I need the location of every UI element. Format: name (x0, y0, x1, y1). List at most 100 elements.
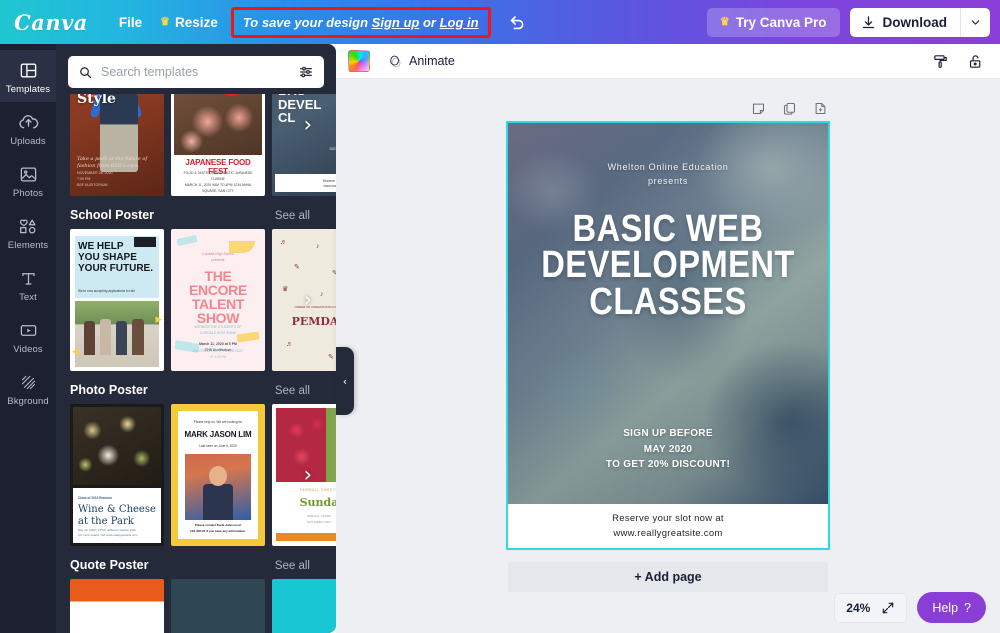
text-icon (0, 267, 56, 289)
sidebar-item-photos[interactable]: Photos (0, 154, 56, 206)
design-presents-line2: presents (647, 175, 689, 186)
save-design-message: To save your design Sign up or Log in (237, 13, 485, 32)
thumb-note: May 20, 2020 | 3 PM | Jefferson Garden P… (78, 527, 138, 537)
template-thumb-mark-jason-lim[interactable]: Please help us. We are looking for MARK … (171, 404, 265, 546)
filter-sliders-icon[interactable] (298, 64, 314, 80)
thumb-art (176, 234, 198, 247)
canva-logo[interactable]: Canva (14, 10, 88, 35)
help-question-icon: ? (964, 600, 971, 615)
sidebar-item-text-label: Text (19, 292, 37, 303)
help-label: Help (932, 600, 959, 615)
crown-icon: ♛ (719, 15, 730, 28)
unlock-icon[interactable] (967, 53, 984, 70)
template-thumb-quote-2[interactable] (171, 579, 265, 633)
crown-icon: ♛ (160, 15, 171, 28)
template-thumb-we-help-you-shape-your-future[interactable]: WE HELP YOU SHAPE YOUR FUTURE. We're now… (70, 229, 164, 371)
sidebar-item-text[interactable]: Text (0, 258, 56, 310)
search-icon (80, 66, 92, 78)
canvas-area[interactable]: Whelton Online Education presents BASIC … (336, 79, 1000, 633)
sidebar-item-videos[interactable]: Videos (0, 310, 56, 362)
design-sub-line3: TO GET 20% DISCOUNT! (605, 459, 731, 470)
see-all-school-poster[interactable]: See all (275, 210, 310, 222)
zoom-control[interactable]: 24% (834, 592, 908, 623)
search-bar[interactable] (68, 56, 324, 88)
carousel-next-school-poster[interactable]: › (304, 289, 312, 311)
thumb-art: ♪ (316, 243, 320, 250)
menu-resize-label: Resize (175, 14, 218, 30)
thumb-sub: SIGN UP BEFORE MAY 2020 (329, 147, 337, 151)
thumb-title: Wine & Cheese at the Park (78, 504, 156, 527)
carousel-next-photo-poster[interactable]: › (304, 464, 312, 486)
template-thumb-quote-1[interactable] (70, 579, 164, 633)
sidebar-item-bkground[interactable]: Bkground (0, 362, 56, 414)
design-sub-line1: SIGN UP BEFORE (623, 428, 713, 439)
signup-link[interactable]: Sign up (372, 15, 420, 30)
help-button[interactable]: Help ? (917, 592, 986, 623)
animate-button[interactable]: Animate (382, 50, 461, 73)
panel-collapse-button[interactable]: ‹ (336, 347, 354, 415)
template-row-school-poster: WE HELP YOU SHAPE YOUR FUTURE. We're now… (56, 229, 336, 371)
see-all-photo-poster[interactable]: See all (275, 385, 310, 397)
top-bar: Canva File ♛ Resize To save your design … (0, 0, 1000, 44)
sidebar-item-videos-label: Videos (13, 344, 43, 355)
download-button-group: Download (849, 7, 990, 37)
add-page-icon[interactable] (813, 101, 828, 116)
upload-cloud-icon (0, 111, 56, 133)
add-page-label: + Add page (634, 570, 702, 584)
thumb-art: ♛ (282, 286, 289, 293)
editor-toolbar: Animate (336, 44, 1000, 79)
design-footer-line1: Reserve your slot now at (612, 512, 724, 524)
sidebar-item-uploads[interactable]: Uploads (0, 102, 56, 154)
template-row-quote-poster (56, 579, 336, 633)
try-canva-pro-button[interactable]: ♛ Try Canva Pro (706, 7, 840, 37)
templates-icon (0, 59, 56, 81)
thumb-title: THE ENCORE TALENT SHOW (188, 268, 248, 326)
thumb-line4: AUDITIONS EVERY WEDNESDAY AT 4:00 PM (192, 349, 244, 360)
paint-roller-icon[interactable] (932, 53, 949, 70)
notes-icon[interactable] (751, 101, 766, 116)
design-title-line1: BASIC WEB (572, 208, 764, 250)
thumb-art: ♪ (320, 291, 324, 298)
template-thumb-wine-and-cheese[interactable]: Class of 2010 Reunion Wine & Cheese at t… (70, 404, 164, 546)
template-thumb-basic-web-dev[interactable]: Whelton Online Education presents BAS DE… (272, 94, 336, 196)
try-canva-pro-label: Try Canva Pro (735, 14, 827, 30)
download-options-button[interactable] (960, 7, 990, 37)
thumb-title: Sunda (299, 496, 336, 509)
thumb-top: Please help us. We are looking for (193, 420, 243, 424)
design-title[interactable]: BASIC WEB DEVELOPMENT CLASSES (530, 208, 805, 321)
sidebar-item-elements[interactable]: Elements (0, 206, 56, 258)
template-thumb-quote-3[interactable] (272, 579, 336, 633)
section-title: School Poster (70, 208, 155, 222)
sidebar-item-templates[interactable]: Templates (0, 50, 56, 102)
canva-editor-window: Canva File ♛ Resize To save your design … (0, 0, 1000, 633)
undo-button[interactable] (505, 9, 531, 35)
save-design-highlight: To save your design Sign up or Log in (230, 6, 491, 38)
save-prefix: To save your design (242, 14, 372, 30)
duplicate-page-icon[interactable] (782, 101, 797, 116)
menu-file-label: File (118, 14, 143, 30)
search-input[interactable] (101, 65, 290, 79)
thumb-art (276, 533, 336, 541)
see-all-quote-poster[interactable]: See all (275, 560, 310, 572)
animate-label: Animate (409, 54, 455, 68)
template-thumb-encore-talent-show[interactable]: Cordials High School presents THE ENCORE… (171, 229, 265, 371)
rainbow-color-swatch[interactable] (348, 50, 370, 72)
carousel-prev-school-poster[interactable]: ◂ (72, 343, 79, 359)
menu-resize[interactable]: ♛ Resize (151, 9, 227, 36)
expand-arrows-icon[interactable] (881, 601, 895, 615)
bottom-bar: 24% Help ? (834, 592, 986, 623)
download-button[interactable]: Download (850, 8, 961, 37)
carousel-next-row-top[interactable]: › (304, 114, 312, 136)
templates-scroll-area[interactable]: Millennial Style Take a peek at the futu… (56, 94, 336, 633)
design-sub-line2: MAY 2020 (643, 443, 693, 455)
add-page-button[interactable]: + Add page (508, 562, 828, 592)
section-title: Photo Poster (70, 383, 148, 397)
chevron-left-icon: ‹ (342, 374, 348, 388)
thumb-footer-text: Reserve your slot now at www.reallygreat… (322, 179, 336, 189)
template-thumb-millennial-style[interactable]: Millennial Style Take a peek at the futu… (70, 94, 164, 196)
template-thumb-japanese-food-fest[interactable]: JAPANESE FOOD FEST FOOD & TASTE OF AUTHE… (171, 94, 265, 196)
menu-file[interactable]: File (110, 9, 151, 36)
login-link[interactable]: Log in (440, 15, 479, 30)
design-page[interactable]: Whelton Online Education presents BASIC … (506, 121, 830, 550)
design-title-line2: DEVELOPMENT (541, 244, 795, 287)
